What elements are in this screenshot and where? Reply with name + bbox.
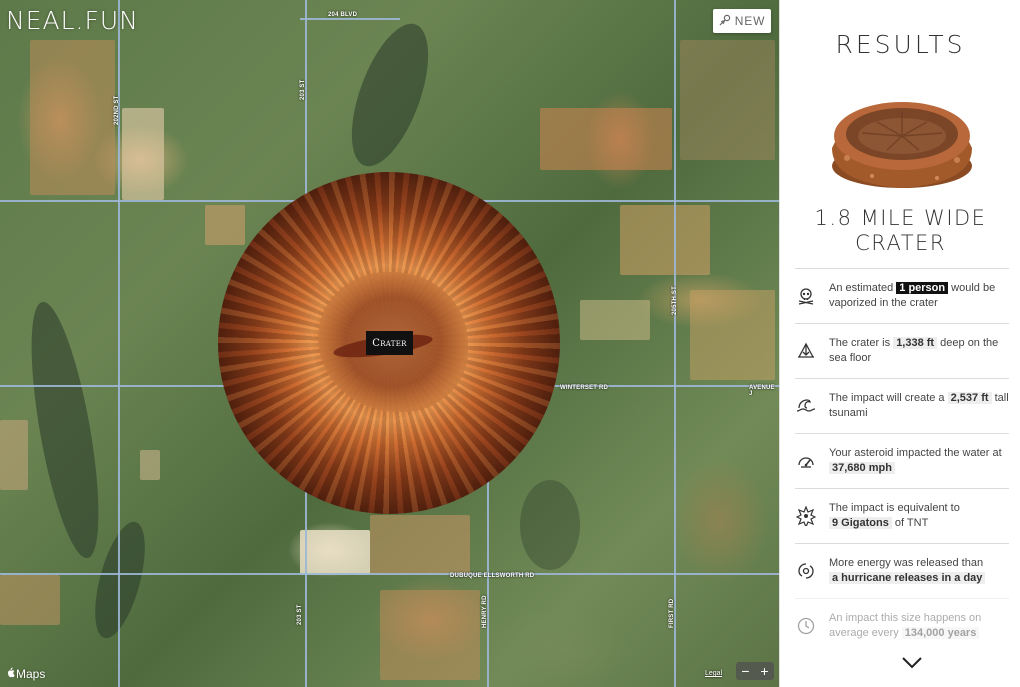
stat-pre: The impact is equivalent to [829, 501, 960, 514]
asteroid-icon [719, 14, 731, 29]
zoom-in-button[interactable]: + [760, 663, 768, 679]
hurricane-icon [795, 560, 817, 582]
stat-pre: The impact will create a [829, 391, 948, 404]
chevron-down-icon[interactable] [902, 656, 922, 674]
farm-field [680, 40, 775, 160]
road-label: FIRST RD [669, 598, 675, 628]
crater-width-line1: 1.8 MILE WIDE [814, 206, 987, 230]
crater-width-line2: CRATER [855, 231, 946, 255]
stat-text: More energy was released than a hurrican… [829, 556, 1009, 587]
stat-value: 1 person [896, 281, 949, 294]
results-panel: RESULTS 1.8 MILE WIDE CRATER An estimate… [779, 0, 1020, 687]
zoom-control: − + [736, 662, 774, 680]
speedometer-icon [795, 450, 817, 472]
clock-icon [795, 615, 817, 637]
farm-field [30, 40, 115, 195]
maps-brand-label: Maps [16, 667, 46, 681]
new-button-label: NEW [734, 14, 766, 28]
legal-link[interactable]: Legal [705, 670, 722, 677]
stat-frequency: An impact this size happens on average e… [795, 598, 1009, 653]
maps-attribution: Maps [6, 667, 45, 681]
skull-crossbones-icon [795, 285, 817, 307]
stat-text: An impact this size happens on average e… [829, 611, 1009, 642]
stat-pre: The crater is [829, 336, 894, 349]
stat-value: 37,680 mph [829, 462, 895, 474]
stat-pre: More energy was released than [829, 556, 984, 569]
creek [336, 14, 444, 176]
stat-value: 134,000 years [901, 627, 980, 639]
stat-value: a hurricane releases in a day [829, 572, 986, 584]
stat-value: 2,537 ft [947, 391, 992, 404]
stat-tnt-equivalent: The impact is equivalent to 9 Gigatons o… [795, 488, 1009, 543]
road-label: HENRY RD [482, 595, 488, 628]
stat-vaporized: An estimated 1 person would be vaporized… [795, 268, 1009, 323]
new-asteroid-button[interactable]: NEW [713, 9, 771, 33]
stat-text: The impact will create a 2,537 ft tall t… [829, 391, 1009, 422]
road-label: 203 ST [297, 604, 303, 625]
farm-field [0, 575, 60, 625]
creek [520, 480, 580, 570]
stat-crater-depth: The crater is 1,338 ft deep on the sea f… [795, 323, 1009, 378]
crater-illustration [827, 88, 977, 192]
stat-text: An estimated 1 person would be vaporized… [829, 281, 1009, 312]
farm-field [122, 108, 164, 200]
road-label: 203 ST [300, 79, 306, 100]
road-label: AVENUE J [749, 385, 775, 397]
crater-width-heading: 1.8 MILE WIDE CRATER [780, 206, 1020, 256]
zoom-out-button[interactable]: − [741, 663, 749, 679]
farm-field [140, 450, 160, 480]
farm-field [205, 205, 245, 245]
map-view[interactable]: 204 BLVD 202ND ST 203 ST 205TH ST WINTER… [0, 0, 779, 687]
explosion-icon [795, 505, 817, 527]
road-label: 202ND ST [114, 95, 120, 125]
road [300, 18, 400, 20]
stat-pre: Your asteroid impacted the water at [829, 446, 1002, 459]
farm-field [0, 420, 28, 490]
stat-tsunami: The impact will create a 2,537 ft tall t… [795, 378, 1009, 433]
road [0, 573, 779, 575]
road-label: 204 BLVD [328, 12, 358, 18]
road-label: DUBUQUE ELLSWORTH RD [450, 573, 535, 579]
farm-field [580, 300, 650, 340]
stat-text: Your asteroid impacted the water at 37,6… [829, 446, 1009, 477]
stat-text: The crater is 1,338 ft deep on the sea f… [829, 336, 1009, 367]
stat-post: of TNT [891, 517, 929, 529]
farm-field [300, 530, 370, 575]
farm-field [380, 590, 480, 680]
road-label: WINTERSET RD [560, 385, 609, 391]
apple-logo-icon [6, 667, 15, 681]
stat-value: 9 Gigatons [829, 517, 892, 529]
stats-list: An estimated 1 person would be vaporized… [795, 268, 1009, 653]
depth-icon [795, 340, 817, 362]
stat-pre: An estimated [829, 281, 897, 294]
crater-label: Crater [366, 331, 413, 355]
site-logo[interactable]: NEAL.FUN [6, 6, 139, 35]
farm-field [540, 108, 672, 170]
wave-icon [795, 395, 817, 417]
stat-text: The impact is equivalent to 9 Gigatons o… [829, 501, 1009, 532]
road-label: 205TH ST [672, 286, 678, 315]
stat-energy-comparison: More energy was released than a hurrican… [795, 543, 1009, 598]
farm-field [620, 205, 710, 275]
stat-value: 1,338 ft [893, 336, 938, 349]
road [674, 0, 676, 687]
results-title: RESULTS [835, 30, 966, 59]
farm-field [370, 515, 470, 575]
stat-impact-speed: Your asteroid impacted the water at 37,6… [795, 433, 1009, 488]
farm-field [690, 290, 775, 380]
creek [17, 297, 113, 563]
